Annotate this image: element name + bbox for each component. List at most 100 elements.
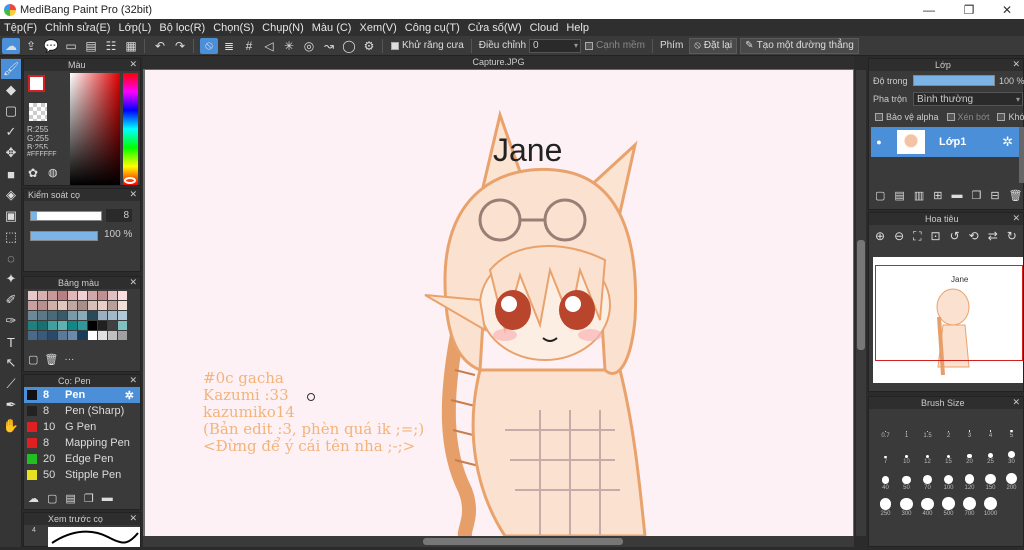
menu-snap[interactable]: Chụp(N) (258, 22, 308, 34)
swatch-color[interactable] (78, 321, 87, 330)
swatch-color[interactable] (118, 291, 127, 300)
protect-alpha-checkbox[interactable] (875, 113, 883, 121)
brush-size-option[interactable]: 20 (959, 439, 980, 465)
brush-size-option[interactable]: 40 (875, 465, 896, 491)
swatch-color[interactable] (78, 311, 87, 320)
swatch-color[interactable] (88, 331, 97, 340)
menu-file[interactable]: Tệp(F) (0, 22, 41, 34)
copy-brush-icon[interactable]: ❐ (84, 492, 94, 505)
hue-slider[interactable] (123, 73, 138, 185)
hue-handle[interactable] (124, 177, 136, 184)
swatch-color[interactable] (28, 301, 37, 310)
comic-icon[interactable]: ▭ (62, 38, 80, 54)
gradient-tool-icon[interactable]: ▣ (1, 206, 21, 226)
menu-tools[interactable]: Công cụ(T) (401, 22, 464, 34)
lasso-tool-icon[interactable]: ◌ (1, 248, 21, 268)
close-icon[interactable]: ✕ (1012, 213, 1020, 224)
swatch-color[interactable] (48, 311, 57, 320)
snap-off-icon[interactable]: ⦸ (200, 37, 218, 54)
share-icon[interactable]: ⇪ (22, 38, 40, 54)
new-1bit-layer-icon[interactable]: ▥ (914, 189, 924, 202)
move-tool-icon[interactable]: ✥ (1, 143, 21, 163)
delete-swatch-icon[interactable]: 🗑 (44, 353, 58, 366)
vertical-scroll-thumb[interactable] (857, 240, 865, 350)
brush-size-option[interactable]: 500 (938, 491, 959, 517)
brush-size-option[interactable]: 150 (980, 465, 1001, 491)
brush-size-option[interactable]: 0.7 (875, 413, 896, 439)
brush-list-item[interactable]: 8 Pen ✲ (24, 387, 140, 403)
transparent-swatch[interactable] (29, 103, 47, 121)
perspective-snap-icon[interactable]: ◁ (260, 38, 278, 54)
select-tool-icon[interactable]: ⬚ (1, 227, 21, 247)
close-icon[interactable]: ✕ (129, 59, 137, 70)
bucket-tool-icon[interactable]: ◈ (1, 185, 21, 205)
swatch-color[interactable] (88, 301, 97, 310)
brush-list-item[interactable]: 50 Stipple Pen (24, 467, 140, 483)
navigator-preview[interactable]: Jane (873, 257, 1023, 383)
gear-icon[interactable]: ✲ (1002, 134, 1013, 150)
close-icon[interactable]: ✕ (129, 189, 137, 200)
swatch-color[interactable] (108, 301, 117, 310)
cloud-icon[interactable]: ☁ (2, 37, 20, 54)
add-layer-menu-icon[interactable]: ⊞ (933, 189, 942, 202)
document-tab[interactable]: Capture.JPG (143, 56, 854, 69)
swatch-color[interactable] (68, 311, 77, 320)
swatch-color[interactable] (88, 291, 97, 300)
menu-select[interactable]: Chọn(S) (209, 22, 258, 34)
rotate-right-icon[interactable]: ↻ (1007, 229, 1017, 244)
minimize-button[interactable]: — (910, 0, 948, 19)
folder-icon[interactable]: ▬ (102, 492, 113, 505)
swatch-color[interactable] (48, 291, 57, 300)
brush-size-option[interactable]: 120 (959, 465, 980, 491)
color-wheel-icon[interactable]: ✿ (28, 166, 42, 180)
actual-size-icon[interactable]: ⊡ (931, 229, 941, 244)
swatch-color[interactable] (68, 331, 77, 340)
brush-size-option[interactable]: 5 (1001, 413, 1022, 439)
brush-list-item[interactable]: 10 G Pen (24, 419, 140, 435)
folder-icon[interactable]: ▬ (951, 189, 962, 202)
brush-size-value[interactable]: 8 (106, 209, 132, 222)
swatch-color[interactable] (98, 301, 107, 310)
brush-size-option[interactable]: 70 (917, 465, 938, 491)
close-icon[interactable]: ✕ (1012, 59, 1020, 70)
menu-view[interactable]: Xem(V) (355, 22, 400, 34)
reset-rotate-icon[interactable]: ⟲ (969, 229, 979, 244)
navigator-viewport[interactable] (875, 265, 1023, 361)
brush-size-option[interactable]: 3 (959, 413, 980, 439)
new-layer-icon[interactable]: ▢ (875, 189, 885, 202)
clipping-checkbox[interactable] (946, 113, 955, 121)
grid-page-icon[interactable]: ▦ (122, 38, 140, 54)
layer-opacity-slider[interactable] (913, 75, 995, 86)
menu-edit[interactable]: Chỉnh sửa(E) (41, 22, 114, 34)
new-halftone-layer-icon[interactable]: ▤ (894, 189, 904, 202)
divide-tool-icon[interactable]: ⟋ (1, 374, 21, 394)
flip-icon[interactable]: ⇄ (988, 229, 998, 244)
brush-size-option[interactable]: 7 (875, 439, 896, 465)
foreground-color[interactable] (28, 75, 45, 92)
swatch-color[interactable] (88, 311, 97, 320)
swatch-color[interactable] (58, 301, 67, 310)
swatch-color[interactable] (58, 291, 67, 300)
swatch-color[interactable] (78, 291, 87, 300)
page-list-icon[interactable]: ☷ (102, 38, 120, 54)
swatch-color[interactable] (38, 291, 47, 300)
brush-size-option[interactable]: 2 (938, 413, 959, 439)
swatch-color[interactable] (28, 331, 37, 340)
swatch-color[interactable] (118, 331, 127, 340)
undo-icon[interactable]: ↶ (151, 38, 169, 54)
close-icon[interactable]: ✕ (129, 375, 137, 386)
swatch-color[interactable] (98, 291, 107, 300)
brush-size-option[interactable]: 700 (959, 491, 980, 517)
brush-list-item[interactable]: 8 Mapping Pen (24, 435, 140, 451)
close-icon[interactable]: ✕ (1012, 397, 1020, 408)
brush-size-option[interactable]: 300 (896, 491, 917, 517)
magic-wand-icon[interactable]: ✦ (1, 269, 21, 289)
swatch-color[interactable] (68, 321, 77, 330)
reset-button[interactable]: ⦸ Đặt lại (689, 37, 738, 54)
straight-line-button[interactable]: ✎ Tạo một đường thẳng (740, 37, 859, 54)
saturation-value-field[interactable] (70, 73, 120, 185)
swatch-color[interactable] (108, 291, 117, 300)
page-icon[interactable]: ▤ (82, 38, 100, 54)
swatch-color[interactable] (118, 301, 127, 310)
palette-icon[interactable]: ◍ (48, 166, 62, 180)
